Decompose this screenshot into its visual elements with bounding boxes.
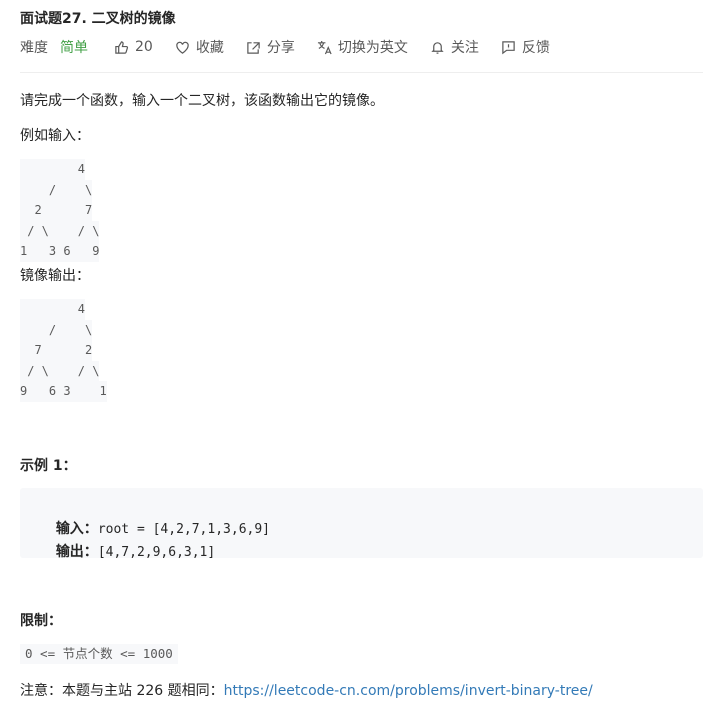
- heart-icon: [176, 41, 189, 54]
- problem-title: 面试题27. 二叉树的镜像: [20, 11, 176, 27]
- feedback-button[interactable]: 反馈: [501, 37, 550, 57]
- tree-line: 2 7: [20, 200, 93, 221]
- difficulty-label: 难度: [20, 40, 48, 56]
- problem-intro: 请完成一个函数，输入一个二叉树，该函数输出它的镜像。: [20, 93, 384, 109]
- like-button[interactable]: 20: [114, 39, 153, 55]
- output-tree-block: 4 / \ 7 2 / \ / \ 9 6 3 1: [20, 299, 107, 402]
- example-output-value: [4,7,2,9,6,3,1]: [97, 545, 216, 560]
- constraint-code: 0 <= 节点个数 <= 1000: [20, 644, 178, 664]
- output-example-label: 镜像输出：: [20, 268, 90, 284]
- tree-line: / \: [20, 319, 93, 341]
- follow-button[interactable]: 关注: [430, 37, 479, 57]
- tree-line: / \ / \: [20, 360, 100, 382]
- example-output-label: 输出：: [55, 544, 98, 560]
- note-prefix: 注意：本题与主站 226 题相同：: [20, 683, 224, 699]
- tree-line: 4: [20, 299, 86, 320]
- share-label: 分享: [266, 40, 295, 56]
- limits-heading: 限制：: [20, 613, 62, 629]
- note: 注意：本题与主站 226 题相同：https://leetcode-cn.com…: [20, 680, 593, 700]
- tree-line: 9 6 3 1: [20, 381, 107, 402]
- tree-line: 7 2: [20, 340, 93, 361]
- example-output-line: 输出：[4,7,2,9,6,3,1]: [38, 525, 215, 577]
- input-example-label: 例如输入：: [20, 128, 90, 144]
- problem-toolbar: 难度 简单 20 收藏 分享 切换为英文 关注 反馈: [20, 36, 572, 58]
- bell-icon: [431, 41, 444, 54]
- feedback-icon: [502, 40, 515, 54]
- switch-language-button[interactable]: 切换为英文: [317, 37, 408, 57]
- input-tree-block: 4 / \ 2 7 / \ / \ 1 3 6 9: [20, 159, 100, 262]
- tree-line: 4: [20, 159, 86, 180]
- feedback-label: 反馈: [521, 40, 550, 56]
- follow-label: 关注: [450, 40, 479, 56]
- favorite-label: 收藏: [195, 40, 224, 56]
- like-count: 20: [135, 39, 153, 55]
- difficulty-badge: 简单: [60, 40, 88, 56]
- example-block: 输入：root = [4,2,7,1,3,6,9] 输出：[4,7,2,9,6,…: [20, 488, 703, 560]
- share-icon: [247, 41, 260, 54]
- tree-line: / \: [20, 179, 93, 201]
- favorite-button[interactable]: 收藏: [175, 37, 224, 57]
- tree-line: 1 3 6 9: [20, 241, 100, 262]
- thumbs-up-icon: [115, 40, 129, 54]
- share-button[interactable]: 分享: [246, 37, 295, 57]
- main-site-link[interactable]: https://leetcode-cn.com/problems/invert-…: [224, 683, 593, 699]
- tree-line: / \ / \: [20, 220, 100, 242]
- divider: [20, 72, 703, 73]
- example-heading: 示例 1：: [20, 458, 77, 474]
- switch-language-label: 切换为英文: [337, 40, 408, 56]
- translate-icon: [317, 40, 332, 54]
